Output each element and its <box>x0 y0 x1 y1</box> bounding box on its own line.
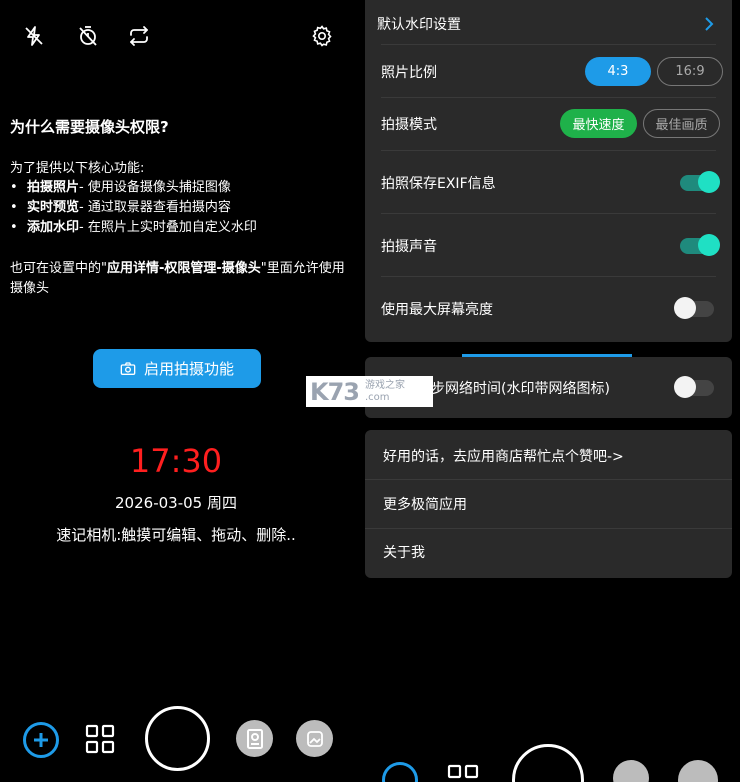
max-brightness-toggle[interactable] <box>674 297 714 319</box>
exif-label: 拍照保存EXIF信息 <box>381 176 496 192</box>
shoot-mode-label: 拍摄模式 <box>381 117 437 133</box>
divider <box>365 479 732 480</box>
permission-settings-note: 也可在设置中的"应用详情-权限管理-摄像头"里面允许使用摄像头 <box>10 261 345 296</box>
add-watermark-button[interactable] <box>23 722 59 758</box>
settings-card: 默认水印设置 照片比例 4:3 16:9 拍摄模式 最快速度 最佳画质 拍照保存… <box>365 0 732 342</box>
photo-ratio-selector: 4:3 16:9 <box>585 57 723 86</box>
divider <box>365 528 732 529</box>
about-me-link[interactable]: 关于我 <box>383 540 716 564</box>
camera-icon <box>120 361 136 375</box>
add-watermark-button[interactable] <box>382 762 418 782</box>
site-watermark-logo: K73 游戏之家 .com <box>306 376 433 407</box>
enable-camera-button[interactable]: 启用拍摄功能 <box>93 349 261 388</box>
exif-row: 拍照保存EXIF信息 <box>381 171 716 195</box>
default-watermark-label: 默认水印设置 <box>377 17 461 33</box>
grid-menu-icon[interactable] <box>85 724 115 754</box>
default-watermark-settings-row[interactable]: 默认水印设置 <box>377 12 716 36</box>
divider <box>381 150 716 151</box>
shoot-mode-selector: 最快速度 最佳画质 <box>560 109 720 138</box>
watermark-clock[interactable]: 17:30 <box>0 442 352 480</box>
grid-menu-icon[interactable] <box>447 764 479 782</box>
template-button[interactable] <box>613 760 649 782</box>
more-apps-link[interactable]: 更多极简应用 <box>383 492 716 516</box>
ratio-4-3-option[interactable]: 4:3 <box>585 57 651 86</box>
flash-off-icon[interactable] <box>20 22 48 50</box>
watermark-hint[interactable]: 速记相机:触摸可编辑、拖动、删除.. <box>0 524 352 545</box>
fastest-speed-option[interactable]: 最快速度 <box>560 109 637 138</box>
permission-feature-list: • 拍摄照片 - 使用设备摄像头捕捉图像 • 实时预览 - 通过取景器查看拍摄内容 … <box>10 178 257 238</box>
shutter-sound-label: 拍摄声音 <box>381 239 437 255</box>
divider <box>381 276 716 277</box>
shutter-sound-row: 拍摄声音 <box>381 234 716 258</box>
watermark-date[interactable]: 2026-03-05 周四 <box>0 492 352 513</box>
gallery-button[interactable] <box>678 760 718 782</box>
permission-intro: 为了提供以下核心功能: <box>10 161 145 176</box>
divider <box>381 213 716 214</box>
divider <box>381 44 716 45</box>
feature-item: • 添加水印 - 在照片上实时叠加自定义水印 <box>10 220 257 235</box>
exif-toggle[interactable] <box>680 171 720 193</box>
plus-icon <box>34 733 48 747</box>
shutter-button[interactable] <box>512 744 584 782</box>
best-quality-option[interactable]: 最佳画质 <box>643 109 720 138</box>
portrait-icon <box>246 728 263 749</box>
photo-ratio-label: 照片比例 <box>381 65 437 81</box>
switch-camera-icon[interactable] <box>125 22 153 50</box>
shutter-button[interactable] <box>145 706 210 771</box>
feature-item: • 拍摄照片 - 使用设备摄像头捕捉图像 <box>10 180 231 195</box>
feature-item: • 实时预览 - 通过取景器查看拍摄内容 <box>10 200 231 215</box>
rate-app-link[interactable]: 好用的话，去应用商店帮忙点个赞吧-> <box>383 444 716 468</box>
ratio-16-9-option[interactable]: 16:9 <box>657 57 723 86</box>
permission-title: 为什么需要摄像头权限? <box>10 118 169 136</box>
settings-gear-icon[interactable] <box>308 22 336 50</box>
gallery-icon <box>306 730 323 747</box>
network-time-toggle[interactable] <box>674 376 714 398</box>
links-card: 好用的话，去应用商店帮忙点个赞吧-> 更多极简应用 关于我 <box>365 430 732 578</box>
max-brightness-row: 使用最大屏幕亮度 <box>381 297 716 321</box>
max-brightness-label: 使用最大屏幕亮度 <box>381 302 493 318</box>
shutter-sound-toggle[interactable] <box>680 234 720 256</box>
chevron-right-icon <box>705 17 714 31</box>
gallery-button[interactable] <box>296 720 333 757</box>
template-button[interactable] <box>236 720 273 757</box>
timer-off-icon[interactable] <box>74 22 102 50</box>
network-time-label: 步网络时间(水印带网络图标) <box>431 381 610 397</box>
divider <box>381 97 716 98</box>
enable-camera-label: 启用拍摄功能 <box>143 360 234 378</box>
